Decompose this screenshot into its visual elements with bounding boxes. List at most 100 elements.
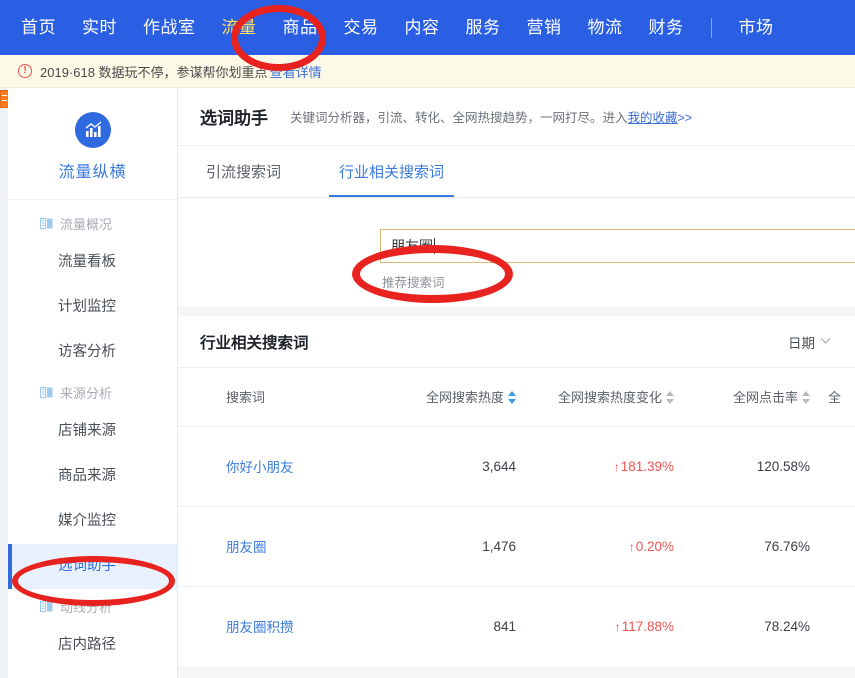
nav-item-8[interactable]: 营销: [514, 0, 575, 55]
sidebar-group-label: 流量概况: [60, 216, 113, 232]
table-header-cell-1[interactable]: 全网搜索热度: [396, 368, 532, 426]
tab-active-underline: [329, 194, 455, 197]
notice-link[interactable]: 查看详情: [270, 62, 322, 81]
page-root: 首页 实时 作战室 流量 商品 交易 内容 服务 营销 物流 财务 市场 ! 2019·618 数据玩…: [0, 0, 855, 678]
tab-0[interactable]: 引流搜索词: [200, 146, 287, 197]
sidebar-item-1-0[interactable]: 店铺来源: [8, 409, 177, 454]
sidebar-item-2-0[interactable]: 店内路径: [8, 623, 177, 668]
nav-item-9[interactable]: 物流: [575, 0, 636, 55]
page-title: 选词助手: [200, 109, 268, 128]
cell-keyword: 朋友圈: [178, 505, 396, 586]
group-icon: [40, 386, 53, 399]
sidebar-group-label: 来源分析: [60, 385, 113, 401]
group-icon: [40, 217, 53, 230]
sidebar-item-label: 媒介监控: [58, 513, 116, 529]
main-content: 选词助手 关键词分析器，引流、转化、全网热搜趋势，一网打尽。进入我的收藏>> 引…: [178, 88, 855, 678]
tab-label: 引流搜索词: [206, 164, 282, 181]
sidebar-item-1-3[interactable]: 选词助手: [8, 544, 177, 589]
sidebar-group-0: 流量概况: [8, 206, 177, 240]
arrow-up-icon: ↑: [614, 619, 621, 634]
cell-heat: 1,476: [396, 505, 532, 586]
nav-item-10[interactable]: 财务: [636, 0, 697, 55]
content-tabs: 引流搜索词 行业相关搜索词: [178, 146, 855, 198]
nav-item-0[interactable]: 首页: [8, 0, 69, 55]
keyword-link[interactable]: 你好小朋友: [226, 460, 294, 475]
sidebar-item-1-1[interactable]: 商品来源: [8, 454, 177, 499]
sort-toggle-icon[interactable]: [508, 391, 516, 405]
search-input[interactable]: 朋友圈: [380, 229, 855, 263]
cell-truncated: [822, 585, 855, 666]
nav-item-5[interactable]: 交易: [331, 0, 392, 55]
cell-ctr: 76.76%: [692, 505, 822, 586]
sidebar-item-label: 流量看板: [58, 254, 116, 270]
sidebar-item-0-1[interactable]: 计划监控: [8, 285, 177, 330]
left-rail-strip: [0, 88, 8, 678]
sort-toggle-icon[interactable]: [666, 391, 674, 405]
results-card-title: 行业相关搜索词: [200, 334, 309, 352]
notice-text: 2019·618 数据玩不停，参谋帮你划重点: [40, 64, 268, 80]
nav-item-6[interactable]: 内容: [392, 0, 453, 55]
table-row: 朋友圈 1,476 ↑0.20% 76.76%: [178, 505, 855, 586]
table-header-label: 搜索词: [226, 390, 266, 406]
table-header-row: 搜索词 全网搜索热度 全网搜索热度变化 全网点击率 全: [178, 368, 855, 426]
table-header-label: 全: [828, 390, 842, 406]
search-input-value: 朋友圈: [391, 238, 433, 254]
sidebar-item-label: 店铺来源: [58, 423, 116, 439]
tab-label: 行业相关搜索词: [339, 164, 445, 181]
nav-divider: [710, 17, 712, 38]
arrow-up-icon: ↑: [628, 539, 635, 554]
page-subtitle-text: 关键词分析器，引流、转化、全网热搜趋势，一网打尽。进入: [290, 111, 628, 125]
sidebar-group-2: 动线分析: [8, 589, 177, 623]
sidebar-item-label: 商品来源: [58, 468, 116, 484]
results-card: 行业相关搜索词 日期 搜索词 全网搜索热度 全网搜索热度变化 全网点击率 全 你好小朋友…: [178, 316, 855, 666]
text-caret: [434, 238, 435, 254]
sidebar-group-label: 动线分析: [60, 599, 113, 615]
keyword-link[interactable]: 朋友圈: [226, 540, 267, 555]
page-header: 选词助手 关键词分析器，引流、转化、全网热搜趋势，一网打尽。进入我的收藏>>: [178, 88, 855, 146]
sidebar-item-1-2[interactable]: 媒介监控: [8, 499, 177, 544]
cell-heat: 3,644: [396, 425, 532, 506]
cell-heat-change: ↑0.20%: [532, 505, 692, 586]
sidebar-brand-label: 流量纵横: [58, 163, 127, 181]
keyword-link[interactable]: 朋友圈积攒: [226, 620, 294, 635]
heat-change-value: 181.39%: [620, 458, 674, 474]
top-navigation-bar: 首页 实时 作战室 流量 商品 交易 内容 服务 营销 物流 财务 市场: [0, 0, 855, 55]
cell-truncated: [822, 425, 855, 506]
table-header-cell-2[interactable]: 全网搜索热度变化: [532, 368, 692, 426]
my-favorites-link[interactable]: 我的收藏: [628, 111, 678, 125]
table-row: 朋友圈积攒 841 ↑117.88% 78.24%: [178, 585, 855, 666]
search-hint: 推荐搜索词: [382, 276, 445, 290]
table-row: 你好小朋友 3,644 ↑181.39% 120.58%: [178, 425, 855, 506]
table-header-label: 全网搜索热度变化: [557, 390, 662, 406]
sidebar-item-0-2[interactable]: 访客分析: [8, 330, 177, 375]
nav-item-2[interactable]: 作战室: [130, 0, 209, 55]
tab-1[interactable]: 行业相关搜索词: [329, 146, 455, 197]
heat-change-value: 117.88%: [621, 618, 674, 634]
cell-heat: 841: [396, 585, 532, 666]
table-header-cell-3[interactable]: 全网点击率: [692, 368, 822, 426]
sidebar: 流量纵横 流量概况流量看板计划监控访客分析来源分析店铺来源商品来源媒介监控选词助…: [8, 88, 178, 678]
sidebar-item-label: 选词助手: [58, 558, 116, 574]
nav-item-1[interactable]: 实时: [69, 0, 130, 55]
cell-keyword: 你好小朋友: [178, 425, 396, 506]
nav-item-4[interactable]: 商品: [270, 0, 331, 55]
group-icon: [40, 600, 53, 613]
arrow-up-icon: ↑: [613, 459, 620, 474]
top-nav-items: 首页 实时 作战室 流量 商品 交易 内容 服务 营销 物流 财务 市场: [0, 0, 787, 55]
sidebar-brand[interactable]: 流量纵横: [8, 88, 177, 200]
sidebar-active-indicator: [8, 544, 12, 589]
sidebar-item-0-0[interactable]: 流量看板: [8, 240, 177, 285]
heat-change-value: 0.20%: [635, 538, 674, 554]
date-filter-dropdown[interactable]: 日期: [788, 332, 831, 352]
nav-item-3[interactable]: 流量: [209, 0, 270, 55]
sort-toggle-icon[interactable]: [802, 391, 810, 405]
bar-chart-trend-icon: [74, 111, 111, 148]
subtitle-arrow: >>: [677, 111, 693, 125]
cell-keyword: 朋友圈积攒: [178, 585, 396, 666]
nav-item-11[interactable]: 市场: [726, 0, 787, 55]
sidebar-item-label: 计划监控: [58, 299, 116, 315]
sidebar-item-label: 店内路径: [58, 637, 116, 653]
nav-item-7[interactable]: 服务: [453, 0, 514, 55]
table-header-cell-0: 搜索词: [178, 368, 396, 426]
sidebar-group-1: 来源分析: [8, 375, 177, 409]
